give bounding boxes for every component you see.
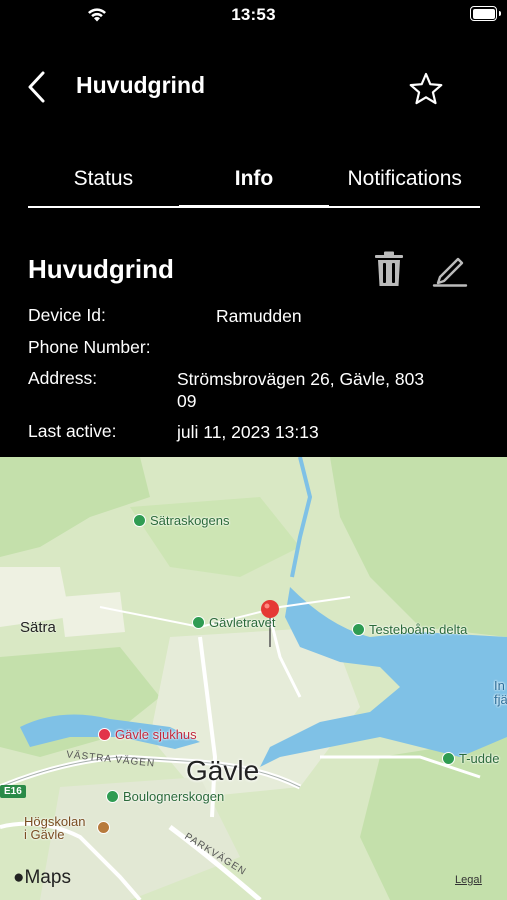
park-icon (352, 623, 365, 636)
legal-link[interactable]: Legal (455, 874, 482, 886)
road-shield-e16: E16 (0, 785, 26, 798)
phone-label: Phone Number: (28, 337, 151, 357)
last-active-label: Last active: (28, 421, 117, 441)
water-label: Infjär (494, 678, 507, 707)
poi-t-udde[interactable]: T-udde (442, 751, 499, 766)
poi-satraskogens[interactable]: Sätraskogens (133, 513, 230, 528)
last-active-value: juli 11, 2023 13:13 (177, 422, 319, 442)
address-value: Strömsbrovägen 26, Gävle, 803 09 (177, 369, 425, 411)
poi-gavletravet[interactable]: Gävletravet (192, 615, 275, 630)
status-bar: 13:53 (0, 0, 507, 32)
address-label: Address: (28, 368, 98, 388)
poi-hogskolan[interactable]: Högskolan i Gävle (24, 815, 85, 841)
city-satra: Sätra (20, 619, 56, 636)
map-view[interactable]: Sätraskogens Gävletravet Testeboåns delt… (0, 457, 507, 900)
poi-gavle-sjukhus[interactable]: Gävle sjukhus (98, 727, 197, 742)
device-title: Huvudgrind (28, 254, 174, 284)
university-icon (97, 821, 110, 834)
nav-header: Huvudgrind (0, 62, 507, 114)
tab-info[interactable]: Info (178, 150, 330, 208)
device-id-label: Device Id: (28, 305, 106, 325)
edit-pencil-icon[interactable] (432, 253, 468, 287)
tab-notifications[interactable]: Notifications (329, 150, 480, 206)
favorite-star-icon[interactable] (407, 70, 445, 108)
trash-icon[interactable] (374, 251, 404, 287)
battery-icon (470, 6, 501, 21)
park-icon (106, 790, 119, 803)
park-icon (442, 752, 455, 765)
page-title: Huvudgrind (76, 72, 206, 98)
city-gavle: Gävle (186, 755, 260, 786)
status-time: 13:53 (231, 5, 276, 24)
poi-boulognerskogen[interactable]: Boulognerskogen (106, 789, 224, 804)
poi-testeboans-delta[interactable]: Testeboåns delta (352, 622, 467, 637)
tab-status[interactable]: Status (28, 150, 179, 206)
back-chevron-icon[interactable] (24, 70, 50, 104)
tab-bar: Status Info Notifications (28, 150, 480, 208)
hospital-icon (98, 728, 111, 741)
apple-maps-attribution: ●Maps (13, 867, 71, 888)
park-icon (133, 514, 146, 527)
apple-logo-icon: ● (13, 867, 25, 888)
racetrack-icon (192, 616, 205, 629)
device-id-value: Ramudden (216, 306, 302, 326)
